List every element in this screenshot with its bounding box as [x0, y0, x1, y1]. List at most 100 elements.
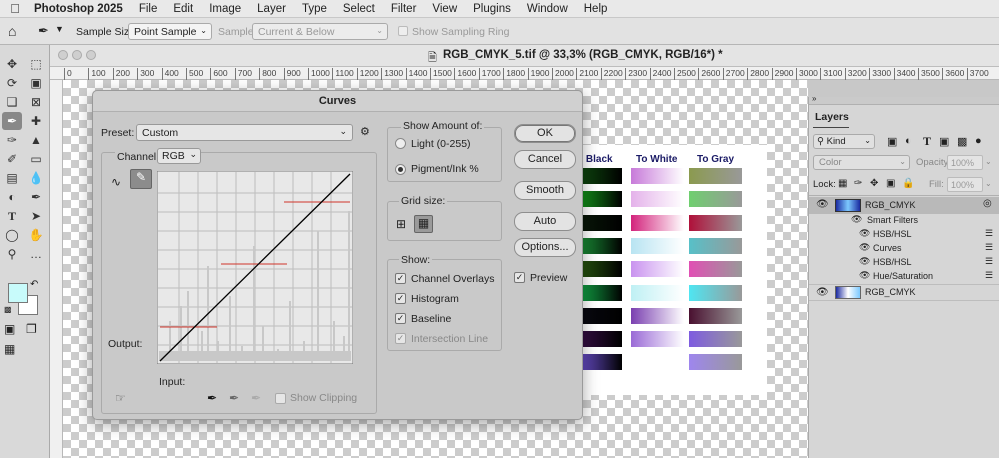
layer-name[interactable]: RGB_CMYK: [865, 200, 916, 210]
pixel-filter-icon[interactable]: ▣: [887, 135, 897, 148]
shape-filter-icon[interactable]: ▣: [939, 135, 949, 148]
visibility-eye-icon[interactable]: 👁: [859, 242, 870, 253]
lasso-tool-icon[interactable]: ⟳: [2, 74, 22, 92]
type-tool-icon[interactable]: T: [2, 207, 22, 225]
visibility-eye-icon[interactable]: 👁: [816, 287, 829, 298]
close-window-button[interactable]: [58, 50, 68, 60]
detailed-grid-icon[interactable]: ▦: [414, 215, 433, 233]
pigment-radio[interactable]: [395, 164, 406, 175]
menu-help[interactable]: Help: [576, 3, 616, 15]
chevron-down-icon[interactable]: ⌄: [985, 157, 992, 166]
layer-row-hue-saturation[interactable]: 👁 Hue/Saturation ☰: [809, 270, 999, 284]
auto-button[interactable]: Auto: [514, 212, 576, 231]
frame-tool-icon[interactable]: ⊠: [26, 93, 46, 111]
show-sampling-ring-checkbox[interactable]: [398, 26, 408, 36]
layer-row-hsb-hsl-1[interactable]: 👁 HSB/HSL ☰: [809, 228, 999, 242]
layer-row-smart-filters[interactable]: 👁 Smart Filters: [809, 214, 999, 228]
layer-row-rgb-cmyk-smart[interactable]: 👁 RGB_CMYK ◎: [809, 197, 999, 214]
menu-edit[interactable]: Edit: [165, 3, 201, 15]
gradient-tool-icon[interactable]: ▤: [2, 169, 22, 187]
screen-mode-icon[interactable]: ❐: [26, 322, 37, 336]
brush-tool-icon[interactable]: ✑: [2, 131, 22, 149]
target-adjustment-icon[interactable]: ☞: [115, 391, 126, 405]
simple-grid-icon[interactable]: ⊞: [396, 217, 406, 231]
dodge-tool-icon[interactable]: ◐: [2, 188, 22, 206]
cancel-button[interactable]: Cancel: [514, 150, 576, 169]
visibility-eye-icon[interactable]: 👁: [816, 199, 829, 210]
document-title[interactable]: RGB_CMYK_5.tif @ 33,3% (RGB_CMYK, RGB/16…: [443, 49, 723, 61]
history-brush-icon[interactable]: ✐: [2, 150, 22, 168]
channel-select[interactable]: RGB ⌄: [157, 148, 201, 164]
curves-graph[interactable]: [157, 171, 353, 364]
shape-tool-icon[interactable]: ◯: [2, 226, 22, 244]
filter-options-icon[interactable]: ☰: [985, 228, 993, 239]
lock-position-icon[interactable]: ✥: [870, 178, 878, 189]
fill-field[interactable]: 100%: [947, 177, 983, 192]
smart-object-filter-icon[interactable]: ▩: [957, 135, 967, 148]
menu-filter[interactable]: Filter: [383, 3, 425, 15]
default-colors-icon[interactable]: ▩: [4, 305, 12, 314]
preset-options-gear-icon[interactable]: ⚙: [360, 125, 370, 138]
layer-row-rgb-cmyk[interactable]: 👁 RGB_CMYK: [809, 284, 999, 301]
histogram-checkbox[interactable]: ✓: [395, 293, 406, 304]
eyedropper-icon[interactable]: ✒: [38, 23, 49, 39]
zoom-window-button[interactable]: [86, 50, 96, 60]
gray-point-eyedropper-icon[interactable]: ✒: [229, 391, 239, 405]
home-icon[interactable]: ⌂: [8, 23, 16, 39]
menu-window[interactable]: Window: [519, 3, 576, 15]
path-select-icon[interactable]: ➤: [26, 207, 46, 225]
pen-tool-icon[interactable]: ✒: [26, 188, 46, 206]
curve-points-tool-icon[interactable]: ∿: [111, 175, 121, 189]
app-name-menu[interactable]: Photoshop 2025: [30, 3, 131, 15]
white-point-eyedropper-icon[interactable]: ✒: [251, 391, 261, 405]
filter-kind-select[interactable]: ⚲ Kind ⌄: [813, 134, 875, 149]
blur-tool-icon[interactable]: 💧: [26, 169, 46, 187]
lock-pixels-icon[interactable]: ✑: [854, 178, 862, 189]
menu-file[interactable]: File: [131, 3, 166, 15]
more-tools-icon[interactable]: …: [26, 245, 46, 263]
visibility-eye-icon[interactable]: 👁: [859, 256, 870, 267]
options-button[interactable]: Options...: [514, 238, 576, 257]
quick-mask-icon[interactable]: ▣: [4, 322, 15, 336]
menu-image[interactable]: Image: [201, 3, 249, 15]
visibility-eye-icon[interactable]: 👁: [851, 214, 862, 225]
show-clipping-checkbox[interactable]: [275, 393, 286, 404]
chevron-down-icon[interactable]: ⌄: [985, 179, 992, 188]
minimize-window-button[interactable]: [72, 50, 82, 60]
menu-layer[interactable]: Layer: [249, 3, 294, 15]
light-radio[interactable]: [395, 138, 406, 149]
curve-pencil-tool-icon[interactable]: ✎: [130, 169, 152, 189]
swap-colors-icon[interactable]: ↶: [30, 279, 38, 290]
marquee-tool-icon[interactable]: ⬚: [26, 55, 46, 73]
object-select-icon[interactable]: ▣: [26, 74, 46, 92]
channel-overlays-checkbox[interactable]: ✓: [395, 273, 406, 284]
move-tool-icon[interactable]: ✥: [2, 55, 22, 73]
healing-brush-icon[interactable]: ✚: [26, 112, 46, 130]
filter-options-icon[interactable]: ☰: [985, 256, 993, 267]
filter-toggle-icon[interactable]: ●: [975, 135, 982, 147]
hand-tool-icon[interactable]: ✋: [26, 226, 46, 244]
lock-transparent-icon[interactable]: ▦: [838, 178, 847, 189]
menu-type[interactable]: Type: [294, 3, 335, 15]
stamp-tool-icon[interactable]: ▲: [26, 131, 46, 149]
adjustment-filter-icon[interactable]: ◐: [905, 135, 912, 147]
sample-size-select[interactable]: Point Sample ⌄: [128, 23, 212, 40]
collapse-icon[interactable]: »: [812, 94, 816, 103]
edit-toolbar-icon[interactable]: ▦: [4, 342, 15, 356]
menu-view[interactable]: View: [424, 3, 465, 15]
preview-checkbox[interactable]: ✓: [514, 272, 525, 283]
layers-tab[interactable]: Layers: [815, 111, 849, 123]
zoom-tool-icon[interactable]: ⚲: [2, 245, 22, 263]
eyedropper-tool-icon[interactable]: ✒: [2, 112, 22, 130]
smooth-button[interactable]: Smooth: [514, 181, 576, 200]
opacity-field[interactable]: 100%: [947, 155, 983, 170]
intersection-line-checkbox[interactable]: ✓: [395, 333, 406, 344]
baseline-checkbox[interactable]: ✓: [395, 313, 406, 324]
layer-row-curves[interactable]: 👁 Curves ☰: [809, 242, 999, 256]
ok-button[interactable]: OK: [514, 124, 576, 143]
preset-select[interactable]: Custom ⌄: [136, 124, 353, 141]
lock-artboard-icon[interactable]: ▣: [886, 178, 895, 189]
black-point-eyedropper-icon[interactable]: ✒: [207, 391, 217, 405]
filter-options-icon[interactable]: ☰: [985, 242, 993, 253]
chevron-down-icon[interactable]: ▼: [55, 24, 64, 34]
